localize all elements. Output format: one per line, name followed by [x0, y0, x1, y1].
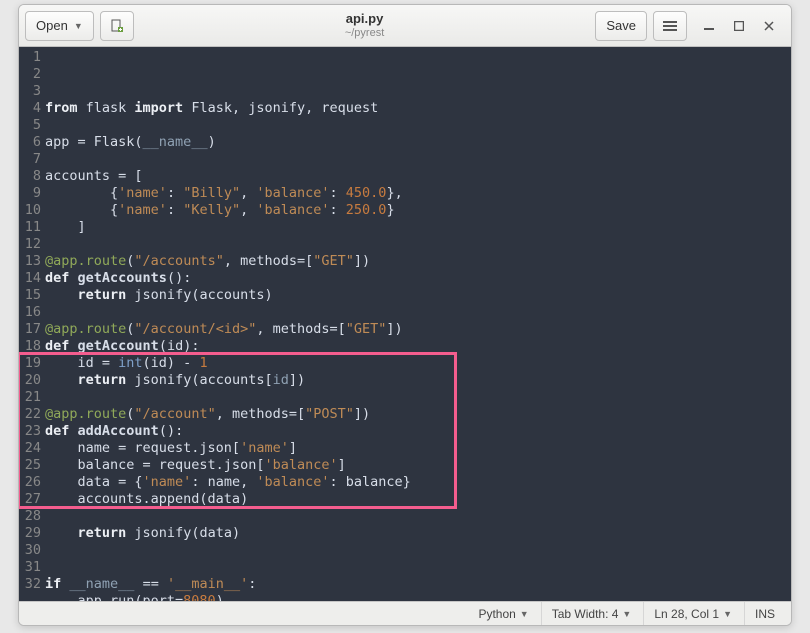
line-number: 1	[19, 49, 43, 66]
window-controls	[693, 18, 785, 34]
code-line[interactable]: {'name': "Kelly", 'balance': 250.0}	[45, 202, 791, 219]
maximize-button[interactable]	[731, 18, 747, 34]
code-line[interactable]: return jsonify(accounts[id])	[45, 372, 791, 389]
chevron-down-icon: ▼	[520, 609, 529, 619]
line-number: 4	[19, 100, 43, 117]
close-button[interactable]	[761, 18, 777, 34]
code-line[interactable]: @app.route("/accounts", methods=["GET"])	[45, 253, 791, 270]
code-line[interactable]	[45, 117, 791, 134]
statusbar: Python ▼ Tab Width: 4 ▼ Ln 28, Col 1 ▼ I…	[19, 601, 791, 625]
code-line[interactable]: return jsonify(accounts)	[45, 287, 791, 304]
code-line[interactable]	[45, 304, 791, 321]
code-line[interactable]: from flask import Flask, jsonify, reques…	[45, 100, 791, 117]
status-tab-width-label: Tab Width: 4	[552, 607, 619, 621]
code-line[interactable]: app = Flask(__name__)	[45, 134, 791, 151]
line-number: 29	[19, 525, 43, 542]
code-line[interactable]	[45, 389, 791, 406]
line-number: 5	[19, 117, 43, 134]
chevron-down-icon: ▼	[74, 21, 83, 31]
minimize-button[interactable]	[701, 18, 717, 34]
line-number: 11	[19, 219, 43, 236]
code-line[interactable]: {'name': "Billy", 'balance': 450.0},	[45, 185, 791, 202]
new-document-icon	[109, 18, 125, 34]
status-language-label: Python	[478, 607, 515, 621]
chevron-down-icon: ▼	[622, 609, 631, 619]
line-number: 30	[19, 542, 43, 559]
save-button-label: Save	[606, 18, 636, 33]
line-number: 28	[19, 508, 43, 525]
code-line[interactable]: def getAccounts():	[45, 270, 791, 287]
open-button-label: Open	[36, 18, 68, 33]
editor-window: Open ▼ api.py ~/pyrest Save	[18, 4, 792, 626]
line-number-gutter: 1234567891011121314151617181920212223242…	[19, 47, 43, 601]
line-number: 26	[19, 474, 43, 491]
code-line[interactable]: app.run(port=8080)	[45, 593, 791, 601]
line-number: 14	[19, 270, 43, 287]
code-line[interactable]: accounts = [	[45, 168, 791, 185]
line-number: 25	[19, 457, 43, 474]
code-line[interactable]: @app.route("/account", methods=["POST"])	[45, 406, 791, 423]
chevron-down-icon: ▼	[723, 609, 732, 619]
line-number: 3	[19, 83, 43, 100]
status-cursor-label: Ln 28, Col 1	[654, 607, 719, 621]
code-line[interactable]: accounts.append(data)	[45, 491, 791, 508]
line-number: 17	[19, 321, 43, 338]
code-line[interactable]	[45, 542, 791, 559]
code-line[interactable]	[45, 559, 791, 576]
status-tab-width[interactable]: Tab Width: 4 ▼	[541, 602, 642, 625]
code-line[interactable]: id = int(id) - 1	[45, 355, 791, 372]
line-number: 27	[19, 491, 43, 508]
titlebar: Open ▼ api.py ~/pyrest Save	[19, 5, 791, 47]
line-number: 12	[19, 236, 43, 253]
hamburger-icon	[663, 20, 677, 32]
status-insert-label: INS	[755, 607, 775, 621]
status-cursor[interactable]: Ln 28, Col 1 ▼	[643, 602, 742, 625]
status-insert-mode[interactable]: INS	[744, 602, 785, 625]
code-line[interactable]	[45, 508, 791, 525]
code-line[interactable]: balance = request.json['balance']	[45, 457, 791, 474]
title-center: api.py ~/pyrest	[140, 11, 590, 40]
line-number: 31	[19, 559, 43, 576]
editor-area[interactable]: 1234567891011121314151617181920212223242…	[19, 47, 791, 601]
status-language[interactable]: Python ▼	[468, 602, 538, 625]
code-line[interactable]: return jsonify(data)	[45, 525, 791, 542]
line-number: 19	[19, 355, 43, 372]
window-title: api.py	[140, 11, 590, 27]
line-number: 18	[19, 338, 43, 355]
menu-button[interactable]	[653, 11, 687, 41]
code-line[interactable]: if __name__ == '__main__':	[45, 576, 791, 593]
line-number: 20	[19, 372, 43, 389]
line-number: 8	[19, 168, 43, 185]
window-subtitle: ~/pyrest	[140, 27, 590, 40]
code-line[interactable]: data = {'name': name, 'balance': balance…	[45, 474, 791, 491]
code-line[interactable]	[45, 236, 791, 253]
line-number: 7	[19, 151, 43, 168]
line-number: 9	[19, 185, 43, 202]
code-line[interactable]: ]	[45, 219, 791, 236]
open-button[interactable]: Open ▼	[25, 11, 94, 41]
code-line[interactable]: def getAccount(id):	[45, 338, 791, 355]
line-number: 22	[19, 406, 43, 423]
maximize-icon	[734, 21, 744, 31]
new-document-button[interactable]	[100, 11, 134, 41]
code-line[interactable]: @app.route("/account/<id>", methods=["GE…	[45, 321, 791, 338]
save-button[interactable]: Save	[595, 11, 647, 41]
close-icon	[764, 21, 774, 31]
line-number: 32	[19, 576, 43, 593]
line-number: 24	[19, 440, 43, 457]
line-number: 2	[19, 66, 43, 83]
code-line[interactable]: name = request.json['name']	[45, 440, 791, 457]
line-number: 6	[19, 134, 43, 151]
line-number: 15	[19, 287, 43, 304]
code-line[interactable]: def addAccount():	[45, 423, 791, 440]
line-number: 16	[19, 304, 43, 321]
minimize-icon	[704, 21, 714, 31]
code-line[interactable]	[45, 151, 791, 168]
code-content[interactable]: from flask import Flask, jsonify, reques…	[43, 47, 791, 601]
line-number: 10	[19, 202, 43, 219]
line-number: 13	[19, 253, 43, 270]
line-number: 21	[19, 389, 43, 406]
line-number: 23	[19, 423, 43, 440]
